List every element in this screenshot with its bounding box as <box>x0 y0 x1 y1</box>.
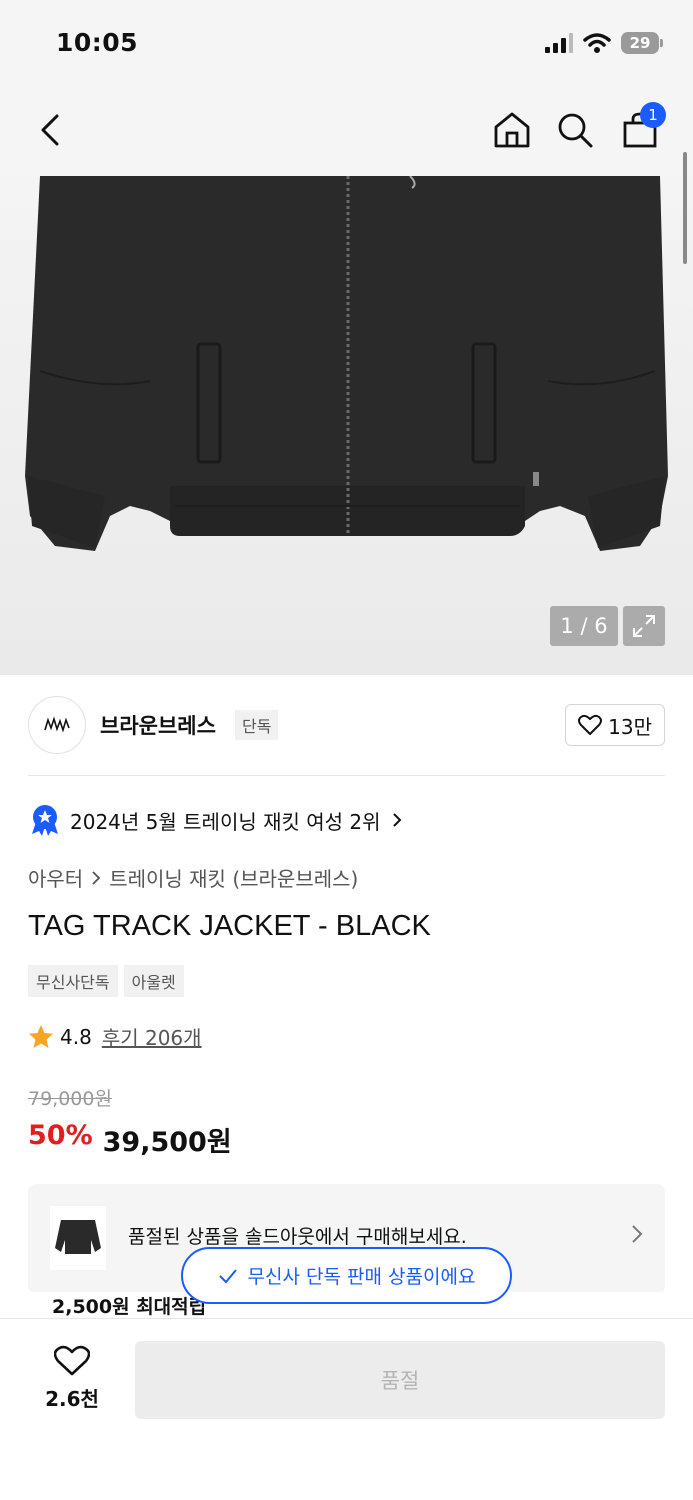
nav-bar: 1 <box>0 90 693 176</box>
star-icon <box>29 1024 53 1048</box>
expand-button[interactable] <box>623 606 665 646</box>
status-time: 10:05 <box>56 28 139 57</box>
brand-logo[interactable] <box>28 696 86 754</box>
bottom-bar: 2.6천 품절 <box>0 1318 693 1500</box>
image-counter: 1 / 6 <box>550 606 618 646</box>
review-link[interactable]: 후기 206개 <box>102 1022 202 1051</box>
search-button[interactable] <box>553 108 597 152</box>
heart-icon <box>54 1345 90 1376</box>
scrollbar[interactable] <box>683 152 687 264</box>
wishlist-button[interactable]: 2.6천 <box>40 1345 104 1412</box>
status-bar: 10:05 29 <box>0 0 693 90</box>
rating: 4.8 후기 206개 <box>28 1022 202 1051</box>
product-tag: 아울렛 <box>123 965 184 997</box>
price-row: 50% 39,500원 <box>28 1120 232 1159</box>
breadcrumb: 아우터 트레이닝 재킷 (브라운브레스) <box>28 863 358 892</box>
chevron-right-icon <box>92 870 101 885</box>
product-tag: 무신사단독 <box>28 965 118 997</box>
brand-like-button[interactable]: 13만 <box>565 704 665 746</box>
original-price: 79,000원 <box>28 1088 112 1110</box>
ranking-badge-icon <box>32 805 58 836</box>
wishlist-count: 2.6천 <box>45 1387 99 1411</box>
breadcrumb-subcategory[interactable]: 트레이닝 재킷 (브라운브레스) <box>109 863 358 892</box>
status-icons: 29 <box>545 32 663 54</box>
brand-logo-icon <box>44 716 70 733</box>
expand-icon <box>633 615 655 637</box>
soldout-button[interactable]: 품절 <box>135 1341 665 1419</box>
jacket-thumbnail <box>55 1220 101 1254</box>
points-text: 2,500원 최대적립 <box>52 1296 207 1318</box>
battery-indicator: 29 <box>621 32 663 54</box>
ranking-link[interactable]: 2024년 5월 트레이닝 재킷 여성 2위 <box>30 804 403 836</box>
home-button[interactable] <box>490 108 534 152</box>
soldout-text: 품절된 상품을 솔드아웃에서 구매해보세요. <box>128 1226 467 1248</box>
cart-badge: 1 <box>640 102 666 128</box>
brand-like-count: 13만 <box>608 714 652 739</box>
ranking-text: 2024년 5월 트레이닝 재킷 여성 2위 <box>70 809 381 834</box>
search-icon <box>558 113 593 148</box>
back-button[interactable] <box>28 108 72 152</box>
product-title: TAG TRACK JACKET - BLACK <box>28 910 431 942</box>
toast-text: 무신사 단독 판매 상품이에요 <box>247 1266 476 1288</box>
rating-score: 4.8 <box>60 1024 92 1049</box>
divider <box>28 775 665 776</box>
check-icon <box>218 1268 237 1283</box>
home-icon <box>494 112 530 148</box>
soldout-thumbnail <box>50 1206 106 1270</box>
sale-price: 39,500원 <box>102 1127 232 1158</box>
chevron-right-icon <box>632 1225 643 1243</box>
back-icon <box>41 114 59 146</box>
signal-icon <box>545 33 573 53</box>
cart-button[interactable]: 1 <box>618 102 666 152</box>
jacket-image <box>25 176 668 551</box>
brand-exclusive-tag: 단독 <box>235 710 279 740</box>
exclusive-toast: 무신사 단독 판매 상품이에요 <box>181 1247 512 1304</box>
brand-name[interactable]: 브라운브레스 <box>100 710 216 740</box>
heart-icon <box>578 714 603 735</box>
brand-row: 브라운브레스 단독 13만 <box>28 696 665 754</box>
chevron-right-icon <box>392 813 401 827</box>
wifi-icon <box>583 33 611 53</box>
product-tags: 무신사단독 아울렛 <box>28 965 184 997</box>
product-image[interactable] <box>0 176 693 675</box>
discount-rate: 50% <box>28 1120 93 1151</box>
breadcrumb-category[interactable]: 아우터 <box>28 863 83 892</box>
